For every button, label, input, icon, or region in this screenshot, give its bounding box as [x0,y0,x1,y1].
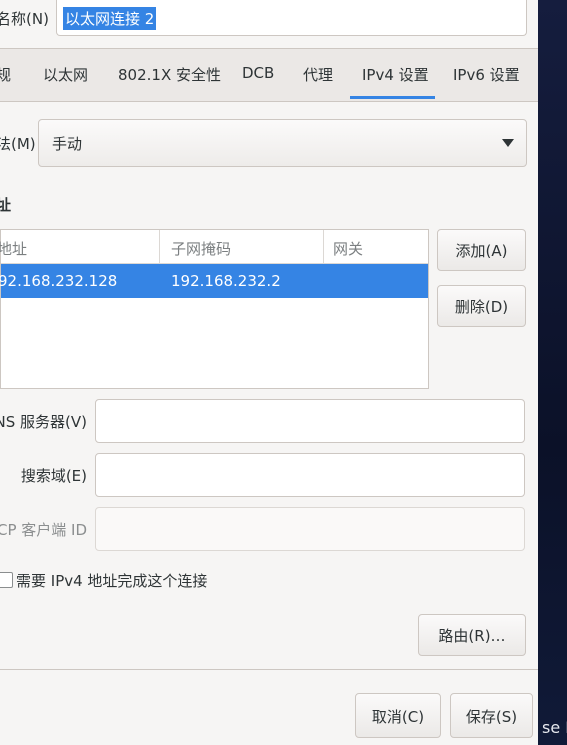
search-domains-input[interactable] [95,453,525,497]
routes-button-label: 路由(R)… [438,627,506,645]
dropdown-arrow-icon [502,139,514,147]
method-combobox[interactable]: 手动 [38,119,527,167]
require-ipv4-checkbox[interactable] [0,572,13,588]
connection-name-label: 名称(N) [0,10,49,28]
add-address-label: 添加(A) [455,242,508,260]
active-tab-indicator [350,96,435,99]
table-row[interactable]: 92.168.232.128 192.168.232.2 [0,264,428,298]
search-domains-label: 搜索域(E) [20,467,87,485]
addresses-table-header: 地址 子网掩码 网关 [0,230,428,264]
connection-name-value: 以太网连接 2 [63,7,157,30]
tab-dcb[interactable]: DCB [242,64,274,82]
add-address-button[interactable]: 添加(A) [437,229,526,271]
dhcp-client-id-label: HCP 客户端 ID [0,521,87,539]
method-value: 手动 [52,135,83,153]
cancel-button[interactable]: 取消(C) [355,693,441,738]
ipv4-settings-dialog: 名称(N) 以太网连接 2 规 以太网 802.1X 安全性 DCB 代理 IP… [0,0,538,745]
dhcp-client-id-input [95,507,525,551]
tab-proxy[interactable]: 代理 [303,64,333,85]
routes-button[interactable]: 路由(R)… [418,614,526,656]
addresses-table[interactable]: 地址 子网掩码 网关 92.168.232.128 192.168.232.2 [0,229,429,389]
desktop-partial-text: se L [542,718,567,737]
tab-8021x-security[interactable]: 802.1X 安全性 [118,64,221,85]
cell-netmask[interactable]: 192.168.232.2 [171,272,281,290]
save-button-label: 保存(S) [465,708,518,726]
addresses-section-title: 址 [0,196,12,214]
dns-servers-label: DNS 服务器(V) [0,413,87,431]
save-button[interactable]: 保存(S) [450,693,533,738]
column-separator [323,230,324,263]
delete-address-label: 删除(D) [454,298,509,316]
cell-address[interactable]: 92.168.232.128 [0,272,117,290]
column-separator [159,230,160,263]
dns-servers-input[interactable] [95,399,525,443]
column-header-address[interactable]: 地址 [0,238,27,259]
connection-name-input[interactable]: 以太网连接 2 [56,0,527,36]
column-header-netmask[interactable]: 子网掩码 [171,238,231,259]
tab-bar: 规 以太网 802.1X 安全性 DCB 代理 IPv4 设置 IPv6 设置 [0,49,538,102]
tab-ethernet[interactable]: 以太网 [43,64,88,85]
tab-ipv6-settings[interactable]: IPv6 设置 [453,64,520,85]
tab-general[interactable]: 规 [0,64,11,85]
method-label: 法(M) [0,135,36,153]
require-ipv4-label[interactable]: 需要 IPv4 地址完成这个连接 [16,570,207,591]
cancel-button-label: 取消(C) [371,708,425,726]
footer-separator [0,669,538,670]
column-header-gateway[interactable]: 网关 [333,238,363,259]
delete-address-button[interactable]: 删除(D) [437,285,526,327]
connection-name-row: 名称(N) 以太网连接 2 [0,0,538,44]
desktop-background [538,0,567,745]
tab-ipv4-settings[interactable]: IPv4 设置 [362,64,429,85]
